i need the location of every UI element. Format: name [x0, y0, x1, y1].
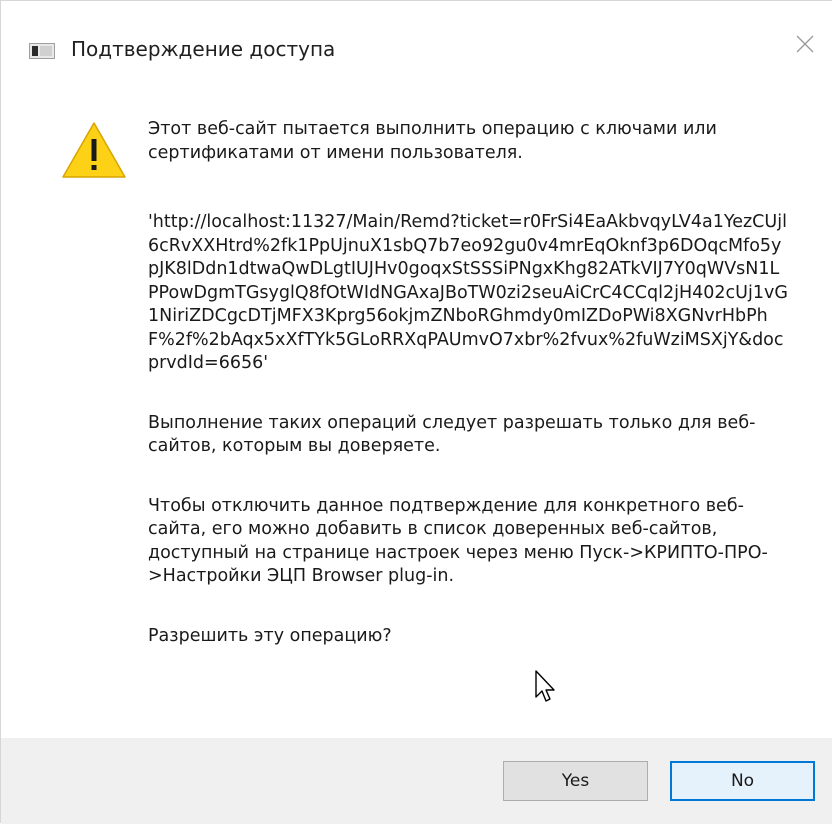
confirmation-question: Разрешить эту операцию?: [148, 625, 392, 646]
close-icon: [796, 35, 814, 53]
mouse-cursor-icon: [535, 670, 555, 702]
intro-text: Этот веб-сайт пытается выполнить операци…: [148, 119, 717, 163]
trust-note: Выполнение таких операций следует разреш…: [148, 412, 756, 457]
yes-button[interactable]: Yes: [503, 761, 648, 801]
app-icon: [29, 43, 55, 59]
disable-hint: Чтобы отключить данное подтверждение для…: [148, 495, 768, 587]
title-bar[interactable]: Подтверждение доступа: [1, 1, 832, 91]
dialog-title: Подтверждение доступа: [71, 37, 336, 61]
message-body: Этот веб-сайт пытается выполнить операци…: [148, 118, 798, 648]
no-button[interactable]: No: [670, 761, 815, 801]
warning-icon: [62, 122, 126, 178]
confirmation-dialog: Подтверждение доступа Этот веб-сайт пыта…: [0, 0, 832, 824]
close-button[interactable]: [792, 27, 832, 67]
request-url: 'http://localhost:11327/Main/Remd?ticket…: [148, 212, 788, 373]
